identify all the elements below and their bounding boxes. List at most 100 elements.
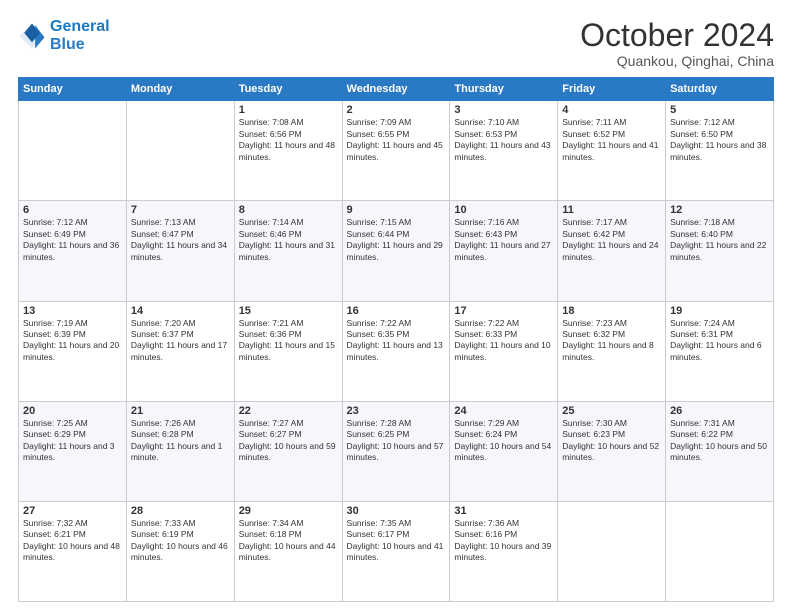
day-info: Sunrise: 7:19 AM Sunset: 6:39 PM Dayligh… [23,318,122,364]
daylight-text: Daylight: 11 hours and 31 minutes. [239,240,335,261]
day-number: 29 [239,505,338,517]
sunset-text: Sunset: 6:21 PM [23,529,86,539]
calendar-cell: 9 Sunrise: 7:15 AM Sunset: 6:44 PM Dayli… [342,201,450,301]
calendar-cell: 21 Sunrise: 7:26 AM Sunset: 6:28 PM Dayl… [126,401,234,501]
subtitle: Quankou, Qinghai, China [580,53,774,69]
sunset-text: Sunset: 6:46 PM [239,229,302,239]
daylight-text: Daylight: 11 hours and 17 minutes. [131,340,227,361]
day-info: Sunrise: 7:27 AM Sunset: 6:27 PM Dayligh… [239,418,338,464]
weekday-header: Sunday [19,78,127,101]
day-info: Sunrise: 7:26 AM Sunset: 6:28 PM Dayligh… [131,418,230,464]
sunrise-text: Sunrise: 7:09 AM [347,117,412,127]
sunset-text: Sunset: 6:27 PM [239,429,302,439]
logo-blue: Blue [50,36,85,53]
sunset-text: Sunset: 6:50 PM [670,129,733,139]
daylight-text: Daylight: 11 hours and 15 minutes. [239,340,335,361]
sunset-text: Sunset: 6:28 PM [131,429,194,439]
calendar-cell: 30 Sunrise: 7:35 AM Sunset: 6:17 PM Dayl… [342,501,450,601]
day-info: Sunrise: 7:13 AM Sunset: 6:47 PM Dayligh… [131,217,230,263]
calendar-cell: 20 Sunrise: 7:25 AM Sunset: 6:29 PM Dayl… [19,401,127,501]
calendar-cell: 2 Sunrise: 7:09 AM Sunset: 6:55 PM Dayli… [342,101,450,201]
day-number: 24 [454,405,553,417]
calendar-cell: 28 Sunrise: 7:33 AM Sunset: 6:19 PM Dayl… [126,501,234,601]
day-info: Sunrise: 7:33 AM Sunset: 6:19 PM Dayligh… [131,518,230,564]
day-number: 27 [23,505,122,517]
day-number: 21 [131,405,230,417]
day-info: Sunrise: 7:11 AM Sunset: 6:52 PM Dayligh… [562,117,661,163]
weekday-header: Friday [558,78,666,101]
sunrise-text: Sunrise: 7:34 AM [239,518,304,528]
calendar-week-row: 6 Sunrise: 7:12 AM Sunset: 6:49 PM Dayli… [19,201,774,301]
daylight-text: Daylight: 10 hours and 52 minutes. [562,441,659,462]
day-info: Sunrise: 7:29 AM Sunset: 6:24 PM Dayligh… [454,418,553,464]
header-row: SundayMondayTuesdayWednesdayThursdayFrid… [19,78,774,101]
day-number: 25 [562,405,661,417]
sunrise-text: Sunrise: 7:27 AM [239,418,304,428]
day-info: Sunrise: 7:20 AM Sunset: 6:37 PM Dayligh… [131,318,230,364]
sunset-text: Sunset: 6:17 PM [347,529,410,539]
day-info: Sunrise: 7:22 AM Sunset: 6:33 PM Dayligh… [454,318,553,364]
sunrise-text: Sunrise: 7:10 AM [454,117,519,127]
sunset-text: Sunset: 6:40 PM [670,229,733,239]
day-info: Sunrise: 7:08 AM Sunset: 6:56 PM Dayligh… [239,117,338,163]
sunset-text: Sunset: 6:19 PM [131,529,194,539]
calendar-cell: 31 Sunrise: 7:36 AM Sunset: 6:16 PM Dayl… [450,501,558,601]
sunset-text: Sunset: 6:16 PM [454,529,517,539]
sunrise-text: Sunrise: 7:14 AM [239,217,304,227]
day-info: Sunrise: 7:36 AM Sunset: 6:16 PM Dayligh… [454,518,553,564]
calendar-cell: 7 Sunrise: 7:13 AM Sunset: 6:47 PM Dayli… [126,201,234,301]
calendar-cell: 3 Sunrise: 7:10 AM Sunset: 6:53 PM Dayli… [450,101,558,201]
day-number: 12 [670,204,769,216]
daylight-text: Daylight: 11 hours and 6 minutes. [670,340,762,361]
daylight-text: Daylight: 10 hours and 39 minutes. [454,541,551,562]
sunrise-text: Sunrise: 7:24 AM [670,318,735,328]
day-info: Sunrise: 7:15 AM Sunset: 6:44 PM Dayligh… [347,217,446,263]
sunset-text: Sunset: 6:31 PM [670,329,733,339]
day-number: 9 [347,204,446,216]
sunrise-text: Sunrise: 7:16 AM [454,217,519,227]
sunrise-text: Sunrise: 7:22 AM [454,318,519,328]
calendar-cell [666,501,774,601]
day-number: 10 [454,204,553,216]
calendar-cell: 26 Sunrise: 7:31 AM Sunset: 6:22 PM Dayl… [666,401,774,501]
sunset-text: Sunset: 6:42 PM [562,229,625,239]
sunrise-text: Sunrise: 7:17 AM [562,217,627,227]
daylight-text: Daylight: 11 hours and 48 minutes. [239,140,335,161]
daylight-text: Daylight: 10 hours and 46 minutes. [131,541,228,562]
sunset-text: Sunset: 6:55 PM [347,129,410,139]
calendar-cell: 15 Sunrise: 7:21 AM Sunset: 6:36 PM Dayl… [234,301,342,401]
calendar-week-row: 27 Sunrise: 7:32 AM Sunset: 6:21 PM Dayl… [19,501,774,601]
sunset-text: Sunset: 6:36 PM [239,329,302,339]
calendar-cell: 12 Sunrise: 7:18 AM Sunset: 6:40 PM Dayl… [666,201,774,301]
sunset-text: Sunset: 6:53 PM [454,129,517,139]
day-number: 19 [670,305,769,317]
calendar-cell: 6 Sunrise: 7:12 AM Sunset: 6:49 PM Dayli… [19,201,127,301]
daylight-text: Daylight: 11 hours and 8 minutes. [562,340,654,361]
page: General Blue October 2024 Quankou, Qingh… [0,0,792,612]
day-info: Sunrise: 7:22 AM Sunset: 6:35 PM Dayligh… [347,318,446,364]
sunrise-text: Sunrise: 7:23 AM [562,318,627,328]
calendar-cell: 14 Sunrise: 7:20 AM Sunset: 6:37 PM Dayl… [126,301,234,401]
calendar-cell: 10 Sunrise: 7:16 AM Sunset: 6:43 PM Dayl… [450,201,558,301]
daylight-text: Daylight: 11 hours and 45 minutes. [347,140,443,161]
sunrise-text: Sunrise: 7:20 AM [131,318,196,328]
sunset-text: Sunset: 6:24 PM [454,429,517,439]
day-number: 17 [454,305,553,317]
day-info: Sunrise: 7:12 AM Sunset: 6:49 PM Dayligh… [23,217,122,263]
weekday-header: Saturday [666,78,774,101]
logo-icon [18,22,46,50]
sunset-text: Sunset: 6:23 PM [562,429,625,439]
sunset-text: Sunset: 6:39 PM [23,329,86,339]
sunset-text: Sunset: 6:49 PM [23,229,86,239]
day-number: 1 [239,104,338,116]
calendar-cell: 18 Sunrise: 7:23 AM Sunset: 6:32 PM Dayl… [558,301,666,401]
sunrise-text: Sunrise: 7:12 AM [670,117,735,127]
day-info: Sunrise: 7:17 AM Sunset: 6:42 PM Dayligh… [562,217,661,263]
calendar-table: SundayMondayTuesdayWednesdayThursdayFrid… [18,77,774,602]
sunrise-text: Sunrise: 7:31 AM [670,418,735,428]
daylight-text: Daylight: 11 hours and 38 minutes. [670,140,766,161]
sunset-text: Sunset: 6:56 PM [239,129,302,139]
sunrise-text: Sunrise: 7:21 AM [239,318,304,328]
calendar-cell: 5 Sunrise: 7:12 AM Sunset: 6:50 PM Dayli… [666,101,774,201]
daylight-text: Daylight: 11 hours and 1 minute. [131,441,223,462]
